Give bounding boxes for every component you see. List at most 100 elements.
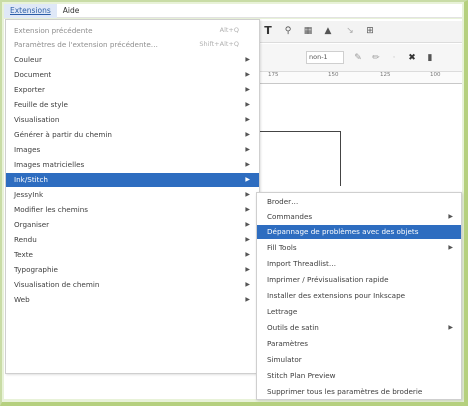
chevron-right-icon: ▶: [245, 206, 250, 213]
chevron-right-icon: ▶: [245, 296, 250, 303]
submenu-item-parametres[interactable]: Paramètres: [257, 337, 461, 351]
chevron-right-icon: ▶: [245, 56, 250, 63]
chevron-right-icon: ▶: [245, 86, 250, 93]
submenu-item-label: Paramètres: [267, 339, 308, 348]
menu-item-texte[interactable]: Texte ▶: [6, 248, 259, 262]
menu-item-jessyink[interactable]: JessyInk ▶: [6, 188, 259, 202]
menu-item-modifier-chemins[interactable]: Modifier les chemins ▶: [6, 203, 259, 217]
submenu-item-supprimer-parametres[interactable]: Supprimer tous les paramètres de broderi…: [257, 385, 461, 399]
zoom-icon[interactable]: ⚲: [282, 25, 294, 37]
menu-item-label: Images: [14, 145, 41, 154]
submenu-item-installer[interactable]: Installer des extensions pour Inkscape: [257, 289, 461, 303]
horizontal-ruler: 175 150 125 100: [250, 72, 462, 84]
chevron-right-icon: ▶: [245, 191, 250, 198]
menu-item-label: Document: [14, 70, 52, 79]
submenu-item-label: Fill Tools: [267, 243, 297, 252]
submenu-item-commandes[interactable]: Commandes ▶: [257, 210, 461, 224]
menu-item-feuille-de-style[interactable]: Feuille de style ▶: [6, 98, 259, 112]
menu-item-label: Rendu: [14, 235, 37, 244]
chevron-right-icon: ▶: [245, 176, 250, 183]
menu-item-label: Typographie: [14, 265, 58, 274]
submenu-item-label: Import Threadlist…: [267, 259, 337, 268]
ruler-tick: 100: [430, 72, 441, 78]
submenu-item-label: Supprimer tous les paramètres de broderi…: [267, 387, 423, 396]
node-icon[interactable]: ▦: [302, 25, 314, 37]
chevron-right-icon: ▶: [245, 161, 250, 168]
submenu-item-stitch-plan-preview[interactable]: Stitch Plan Preview: [257, 369, 461, 383]
menu-item-previous-extension[interactable]: Extension précédente Alt+Q: [6, 24, 259, 38]
menu-item-label: Couleur: [14, 55, 42, 64]
menu-item-label: Extension précédente: [14, 26, 93, 35]
chevron-right-icon: ▶: [245, 71, 250, 78]
menu-item-label: Visualisation de chemin: [14, 280, 100, 289]
submenu-item-import-threadlist[interactable]: Import Threadlist…: [257, 257, 461, 271]
menubar: Extensions Aide: [4, 3, 462, 18]
menu-item-visualisation[interactable]: Visualisation ▶: [6, 113, 259, 127]
ruler-tick: 125: [380, 72, 391, 78]
ruler-tick: 175: [268, 72, 279, 78]
menu-item-typographie[interactable]: Typographie ▶: [6, 263, 259, 277]
dot-icon[interactable]: ·: [388, 52, 400, 64]
chevron-right-icon: ▶: [448, 244, 453, 251]
submenu-item-simulator[interactable]: Simulator: [257, 353, 461, 367]
chevron-right-icon: ▶: [245, 131, 250, 138]
menu-item-label: Feuille de style: [14, 100, 68, 109]
menu-item-previous-extension-settings[interactable]: Paramètres de l'extension précédente… Sh…: [6, 38, 259, 52]
menu-item-images[interactable]: Images ▶: [6, 143, 259, 157]
menu-item-label: Exporter: [14, 85, 45, 94]
submenu-item-label: Installer des extensions pour Inkscape: [267, 291, 406, 300]
menu-item-web[interactable]: Web ▶: [6, 293, 259, 307]
chevron-right-icon: ▶: [245, 266, 250, 273]
menu-item-label: Visualisation: [14, 115, 60, 124]
crop-icon[interactable]: ⊞: [364, 25, 376, 37]
menubar-extensions[interactable]: Extensions: [4, 3, 57, 18]
submenu-item-fill-tools[interactable]: Fill Tools ▶: [257, 241, 461, 255]
menu-item-shortcut: Alt+Q: [219, 26, 239, 34]
text-tool-icon[interactable]: T: [262, 25, 274, 37]
canvas-page-edge: [340, 131, 341, 186]
menubar-aide[interactable]: Aide: [57, 4, 86, 18]
chevron-right-icon: ▶: [245, 116, 250, 123]
menu-item-organiser[interactable]: Organiser ▶: [6, 218, 259, 232]
submenu-item-lettrage[interactable]: Lettrage: [257, 305, 461, 319]
bucket-icon[interactable]: ▲: [322, 25, 334, 37]
menu-item-visualisation-chemin[interactable]: Visualisation de chemin ▶: [6, 278, 259, 292]
menu-item-images-matricielles[interactable]: Images matricielles ▶: [6, 158, 259, 172]
menu-item-label: Organiser: [14, 220, 50, 229]
submenu-item-depannage[interactable]: Dépannage de problèmes avec des objets: [257, 225, 461, 239]
unit-select[interactable]: non-1: [306, 51, 344, 64]
panel-icon[interactable]: ▮: [424, 52, 436, 64]
menu-item-label: Modifier les chemins: [14, 205, 89, 214]
menu-item-inkstitch[interactable]: Ink/Stitch ▶: [6, 173, 259, 187]
submenu-item-broder[interactable]: Broder…: [257, 195, 461, 209]
menu-item-label: Texte: [14, 250, 33, 259]
chevron-right-icon: ▶: [245, 101, 250, 108]
tool-controls-bar: T ⚲ ▦ ▲ ↘ ⊞: [250, 21, 462, 43]
menu-item-exporter[interactable]: Exporter ▶: [6, 83, 259, 97]
menu-item-label: Web: [14, 295, 30, 304]
menu-item-label: Ink/Stitch: [14, 175, 48, 184]
chevron-right-icon: ▶: [245, 281, 250, 288]
chevron-right-icon: ▶: [245, 146, 250, 153]
close-icon[interactable]: ✖: [406, 52, 418, 64]
menu-item-couleur[interactable]: Couleur ▶: [6, 53, 259, 67]
menu-item-rendu[interactable]: Rendu ▶: [6, 233, 259, 247]
pencil-icon[interactable]: ✏: [370, 52, 382, 64]
canvas-page-edge: [250, 131, 341, 132]
chevron-right-icon: ▶: [245, 251, 250, 258]
submenu-item-label: Broder…: [267, 197, 299, 206]
menu-item-generer[interactable]: Générer à partir du chemin ▶: [6, 128, 259, 142]
submenu-item-label: Dépannage de problèmes avec des objets: [267, 227, 419, 236]
submenu-item-label: Commandes: [267, 212, 313, 221]
submenu-item-imprimer[interactable]: Imprimer / Prévisualisation rapide: [257, 273, 461, 287]
chevron-right-icon: ▶: [448, 213, 453, 220]
pen-icon[interactable]: ✎: [352, 52, 364, 64]
menu-item-document[interactable]: Document ▶: [6, 68, 259, 82]
arrow-icon[interactable]: ↘: [344, 25, 356, 37]
inkstitch-submenu: Broder… Commandes ▶ Dépannage de problème…: [256, 192, 462, 400]
submenu-item-outils-satin[interactable]: Outils de satin ▶: [257, 321, 461, 335]
menu-item-label: Paramètres de l'extension précédente…: [14, 39, 158, 49]
submenu-item-label: Simulator: [267, 355, 302, 364]
submenu-item-label: Imprimer / Prévisualisation rapide: [267, 275, 389, 284]
submenu-item-label: Lettrage: [267, 307, 298, 316]
